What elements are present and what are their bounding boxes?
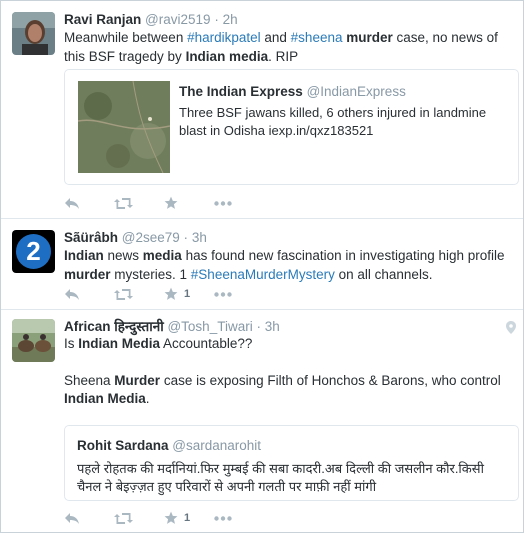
quoted-name[interactable]: The Indian Express bbox=[179, 84, 303, 99]
text-segment: and bbox=[260, 30, 291, 45]
quoted-author: The Indian Express @IndianExpress bbox=[179, 83, 510, 100]
favorite-icon bbox=[164, 196, 178, 209]
timestamp[interactable]: 2h bbox=[223, 12, 238, 27]
text-segment: Sheena bbox=[64, 372, 115, 388]
quoted-text: Three BSF jawans killed, 6 others injure… bbox=[179, 105, 487, 138]
favorite-count: 1 bbox=[184, 288, 191, 300]
text-segment: Accountable?? bbox=[160, 336, 253, 351]
text-segment: . bbox=[145, 391, 150, 406]
text-segment: Meanwhile between bbox=[64, 30, 188, 45]
more-button[interactable] bbox=[214, 195, 264, 211]
text-segment: on all channels. bbox=[334, 266, 433, 282]
avatar[interactable] bbox=[12, 319, 55, 362]
text-segment: news bbox=[103, 248, 143, 263]
tweet-text: Meanwhile between #hardikpatel and #shee… bbox=[64, 29, 513, 66]
more-icon bbox=[214, 200, 232, 206]
highlight-term: murder bbox=[64, 266, 111, 282]
separator-dot: · bbox=[214, 12, 219, 27]
quoted-handle[interactable]: @IndianExpress bbox=[307, 84, 406, 99]
username[interactable]: @ravi2519 bbox=[145, 12, 211, 27]
tweet-text: Is Indian Media Accountable?? Sheena Mur… bbox=[64, 335, 513, 409]
map-thumbnail[interactable] bbox=[78, 81, 170, 173]
highlight-term: Murder bbox=[114, 372, 161, 388]
text-segment: has found new fascination in investigati… bbox=[181, 248, 505, 263]
highlight-term: Indian Media bbox=[64, 391, 146, 406]
highlight-term: Indian bbox=[64, 248, 104, 263]
reply-icon bbox=[65, 198, 79, 209]
retweet-button[interactable] bbox=[114, 286, 164, 302]
retweet-icon bbox=[114, 512, 133, 524]
avatar-glyph: 2 bbox=[26, 236, 41, 266]
more-button[interactable] bbox=[214, 286, 264, 302]
more-icon bbox=[214, 291, 232, 297]
quoted-author: Rohit Sardana @sardanarohit bbox=[77, 437, 510, 454]
reply-icon bbox=[65, 289, 79, 300]
favorite-button[interactable]: 1 bbox=[164, 286, 214, 302]
tweet-header: African हिन्दुस्तानी @Tosh_Tiwari · 3h bbox=[64, 318, 513, 335]
separator-dot: · bbox=[256, 319, 261, 334]
timeline: Ravi Ranjan @ravi2519 · 2h Meanwhile bet… bbox=[0, 0, 524, 533]
favorite-count: 1 bbox=[184, 512, 191, 524]
tweet[interactable]: African हिन्दुस्तानी @Tosh_Tiwari · 3h I… bbox=[1, 310, 523, 532]
quoted-text: पहले रोहतक की मर्दानियां.फिर मुम्बई की स… bbox=[77, 461, 484, 494]
text-segment: case is exposing Filth of Honchos & Baro… bbox=[160, 372, 501, 388]
retweet-icon bbox=[114, 288, 133, 300]
avatar[interactable] bbox=[12, 12, 55, 55]
retweet-button[interactable] bbox=[114, 195, 164, 211]
retweet-icon bbox=[114, 197, 133, 209]
quoted-name[interactable]: Rohit Sardana bbox=[77, 438, 169, 453]
tweet-text: Indian news media has found new fascinat… bbox=[64, 247, 513, 284]
reply-button[interactable] bbox=[64, 510, 114, 526]
favorite-icon bbox=[164, 511, 178, 524]
highlight-term: media bbox=[142, 248, 182, 263]
fullname[interactable]: Sãürâbh bbox=[64, 230, 118, 245]
favorite-button[interactable]: 1 bbox=[164, 510, 214, 526]
text-segment: mysteries. 1 bbox=[110, 266, 191, 282]
tweet-actions: 1 bbox=[64, 510, 264, 526]
reply-button[interactable] bbox=[64, 195, 114, 211]
text-segment: Is bbox=[64, 336, 79, 351]
highlight-term: Indian media bbox=[185, 48, 269, 64]
tweet-text-line: Is Indian Media Accountable?? bbox=[64, 335, 513, 354]
username[interactable]: @2see79 bbox=[122, 230, 180, 245]
retweet-button[interactable] bbox=[114, 510, 164, 526]
quoted-tweet-card[interactable]: Rohit Sardana @sardanarohit पहले रोहतक क… bbox=[64, 425, 519, 501]
tweet-header: Ravi Ranjan @ravi2519 · 2h bbox=[64, 11, 513, 28]
text-segment: . RIP bbox=[268, 48, 299, 64]
tweet-actions bbox=[64, 195, 264, 211]
highlight-term: murder bbox=[346, 30, 393, 45]
reply-icon bbox=[65, 513, 79, 524]
username[interactable]: @Tosh_Tiwari bbox=[167, 319, 252, 334]
timestamp[interactable]: 3h bbox=[192, 230, 207, 245]
quoted-handle[interactable]: @sardanarohit bbox=[172, 438, 261, 453]
separator-dot: · bbox=[183, 230, 189, 245]
fullname[interactable]: African हिन्दुस्तानी bbox=[64, 319, 164, 334]
favorite-icon bbox=[164, 287, 178, 300]
tweet-actions: 1 bbox=[64, 286, 264, 302]
tweet[interactable]: 2 Sãürâbh @2see79 · 3h Indian news media… bbox=[1, 219, 523, 310]
more-icon bbox=[214, 515, 232, 521]
fullname[interactable]: Ravi Ranjan bbox=[64, 12, 141, 27]
tweet-header: Sãürâbh @2see79 · 3h bbox=[64, 229, 513, 246]
tweet-text-line: Sheena Murder case is exposing Filth of … bbox=[64, 372, 513, 409]
quoted-tweet-card[interactable]: The Indian Express @IndianExpress Three … bbox=[64, 69, 519, 185]
highlight-term: Indian Media bbox=[78, 336, 161, 351]
more-button[interactable] bbox=[214, 510, 264, 526]
hashtag-link[interactable]: #SheenaMurderMystery bbox=[191, 267, 335, 282]
hashtag-link[interactable]: #sheena bbox=[291, 30, 343, 45]
avatar[interactable]: 2 bbox=[12, 230, 55, 273]
reply-button[interactable] bbox=[64, 286, 114, 302]
tweet[interactable]: Ravi Ranjan @ravi2519 · 2h Meanwhile bet… bbox=[1, 1, 523, 219]
hashtag-link[interactable]: #hardikpatel bbox=[187, 30, 261, 45]
timestamp[interactable]: 3h bbox=[265, 319, 280, 334]
favorite-button[interactable] bbox=[164, 195, 214, 211]
